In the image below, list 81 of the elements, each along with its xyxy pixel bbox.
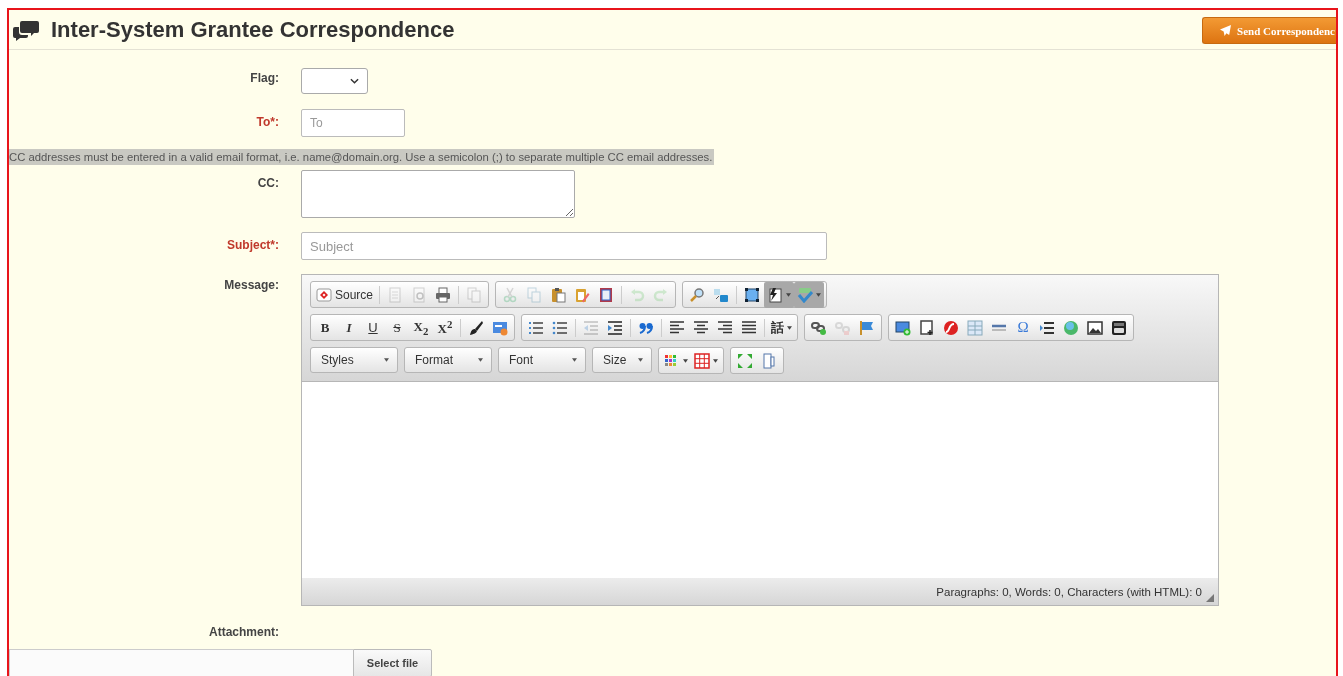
caret-icon [816,292,822,297]
image-tag-icon [492,319,508,336]
align-right-icon [717,319,733,336]
select-file-button[interactable]: Select file [353,649,432,676]
caret-icon [384,358,389,362]
chain-link-icon [811,319,827,336]
numbered-list-icon [528,319,544,336]
chat-bubbles-icon [13,18,39,41]
toolbar-dropdown[interactable]: Format [404,347,492,373]
bulleted-list-icon [552,319,568,336]
field-label: Message: [223,277,279,292]
field-label: Attachment: [208,625,279,639]
field-label: Flag: [249,70,279,85]
toolbar-button[interactable]: U [361,316,385,339]
paper-plane-icon [1220,25,1232,36]
toolbar-button[interactable]: X$_{2}$ [409,316,433,339]
file-path-field[interactable] [9,649,353,676]
document-lightning-icon [767,286,784,303]
clipboard-icon [550,286,567,303]
document-icon [387,286,404,303]
printer-icon [435,286,452,303]
toolbar-button[interactable]: Source [313,283,377,306]
toolbar-dropdown[interactable]: Styles [310,347,398,373]
field-label: To*: [255,114,279,129]
globe-icon [1063,319,1079,336]
page-break-icon [1039,319,1055,336]
copy-icon [526,286,543,303]
flag-icon [859,319,875,336]
align-center-icon [693,319,709,336]
chevron-down-icon [350,78,359,84]
show-blocks-icon [761,352,777,369]
broken-link-icon [835,319,851,336]
spellcheck-icon [797,286,814,303]
page-title: Inter-System Grantee Correspondence [51,16,455,43]
word-count-text: Paragraphs: 0, Words: 0, Characters (with HTML): 0 [936,585,1202,598]
magnifier-icon [689,286,706,303]
toolbar-button[interactable]: X$^{2}$ [433,316,457,339]
toolbar-button[interactable]: S [385,316,409,339]
grid-icon [694,352,710,369]
outdent-icon [583,319,599,336]
caret-icon [478,358,483,362]
monitor-plus-icon [895,319,911,336]
toolbar-dropdown[interactable]: Size [592,347,652,373]
caret-icon [713,358,718,363]
cc-format-hint: CC addresses must be entered in a valid email format, i.e. name@domain.org. Use a semicolon (;) to separate multiple CC email addresses. [9,149,715,165]
maximize-icon [737,352,753,369]
indent-icon [607,319,623,336]
toolbar-button[interactable]: I [337,316,361,339]
caret-icon [786,292,792,297]
flag-dropdown[interactable] [301,68,368,94]
pages-icon [466,286,483,303]
picture-icon [1087,319,1103,336]
caret-icon [683,358,688,363]
video-player-icon [1111,319,1127,336]
resize-handle-icon[interactable] [1206,594,1214,602]
toolbar-dropdown[interactable]: Font [498,347,586,373]
brush-icon [468,319,484,336]
toolbar-button[interactable]: B [313,316,337,339]
source-icon [316,286,332,303]
select-all-icon [744,286,761,303]
subject-field[interactable]: Subject [301,232,827,260]
flash-icon [943,319,959,336]
caret-icon [572,358,577,362]
align-left-icon [669,319,685,336]
table-icon [967,319,983,336]
clipboard-pencil-icon [574,286,591,303]
box-plus-icon [919,319,935,336]
toolbar-button[interactable] [764,281,795,308]
document-preview-icon [411,286,428,303]
cc-field[interactable] [301,170,575,218]
toolbar-button[interactable]: Ω [1011,316,1035,339]
scissors-icon [502,286,519,303]
to-field[interactable]: To [301,109,405,137]
toolbar-button[interactable]: 話 [768,316,795,339]
caret-icon [638,358,643,362]
justify-icon [741,319,757,336]
word-document-icon [598,286,615,303]
field-label: Subject*: [226,237,279,252]
field-label: CC: [256,175,279,190]
caret-icon [787,325,792,330]
undo-icon [629,286,646,303]
